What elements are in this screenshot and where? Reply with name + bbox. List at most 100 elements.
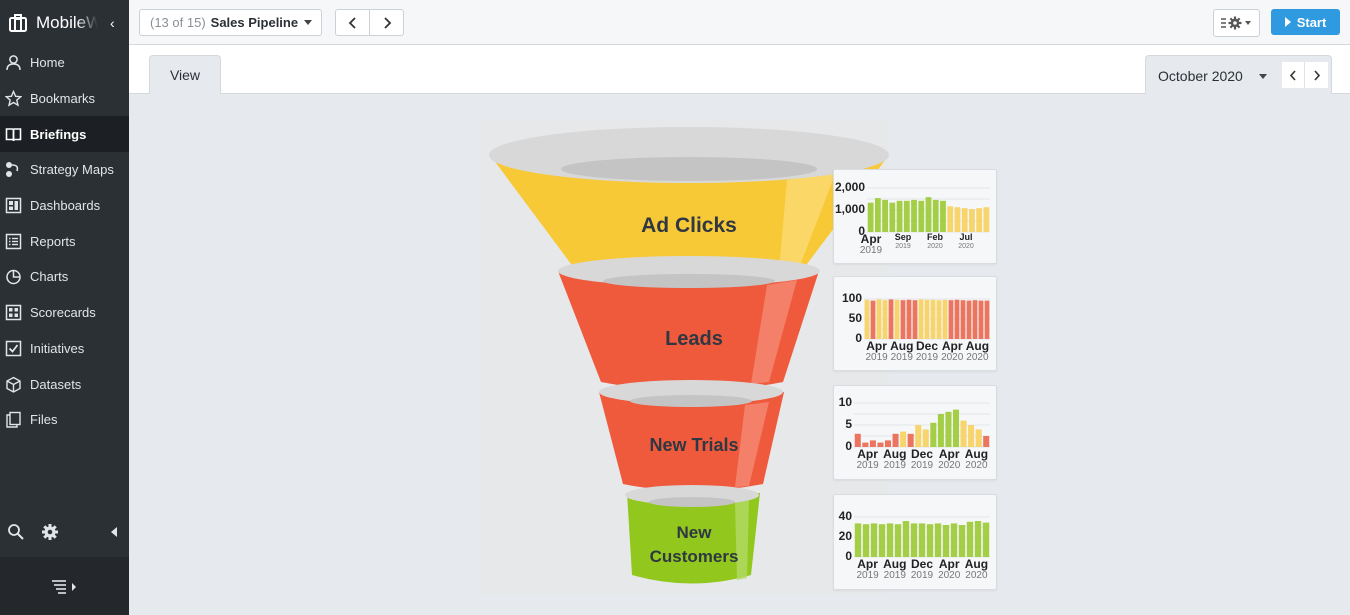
sidebar-item-label: Scorecards — [30, 305, 96, 321]
x-tick-month: Sep — [894, 232, 912, 242]
bar — [884, 440, 892, 447]
bar — [983, 207, 990, 232]
bar — [911, 199, 917, 232]
x-tick-year: 2020 — [965, 460, 988, 471]
bar — [878, 524, 886, 557]
caret-down-icon[interactable] — [1259, 74, 1267, 79]
bar — [876, 299, 882, 339]
x-tick-label: Jul 2020 — [950, 233, 982, 251]
previous-period-button[interactable] — [1282, 62, 1305, 88]
bar — [882, 199, 888, 232]
period-label[interactable]: October 2020 — [1158, 68, 1243, 84]
menu-expand-icon[interactable] — [50, 578, 80, 594]
bar — [978, 300, 984, 339]
bar — [948, 300, 954, 339]
bar — [862, 524, 870, 557]
x-tick-month: Aug — [964, 447, 989, 461]
bar — [976, 208, 983, 232]
x-tick-label: Sep 2019 — [887, 232, 919, 251]
bar — [903, 200, 910, 232]
mini-chart-new-trials[interactable]: 10 5 0 Apr 2019 Aug 2019 Dec 2019 Apr 2020 Aug 2020 — [833, 385, 997, 480]
chevron-left-icon[interactable]: ‹ — [110, 15, 115, 31]
bar — [982, 522, 990, 557]
dashboard-icon — [5, 197, 22, 214]
y-tick-label: 10 — [838, 395, 852, 409]
x-tick-year: 2020 — [958, 243, 974, 250]
mini-chart-ad-clicks[interactable]: 2,000 1,000 0 Apr 2019 Sep 2019 Feb 2020 Jul 2020 — [833, 169, 997, 264]
sidebar-item-label: Files — [30, 412, 58, 428]
x-tick-month: Feb — [926, 232, 943, 242]
sidebar-item-scorecards[interactable]: Scorecards — [0, 295, 129, 331]
start-button[interactable]: Start — [1271, 9, 1340, 35]
sidebar-item-reports[interactable]: Reports — [0, 223, 129, 259]
y-tick-label: 2,000 — [834, 180, 865, 194]
briefcase-logo-icon — [9, 13, 27, 32]
y-tick-label: 5 — [845, 417, 852, 431]
x-tick-label: Aug 2020 — [960, 558, 992, 581]
chevron-right-icon — [383, 16, 391, 29]
funnel-label-ad-clicks: Ad Clicks — [641, 214, 737, 237]
y-tick-label: 50 — [848, 311, 862, 325]
sidebar-item-label: Initiatives — [30, 340, 85, 356]
mini-chart-leads[interactable]: 100 50 0 Apr 2019 Aug 2019 Dec 2019 Apr 2020 Aug 202… — [833, 276, 997, 371]
previous-briefing-button[interactable] — [335, 9, 370, 36]
briefing-select[interactable]: (13 of 15) Sales Pipeline — [139, 9, 322, 36]
funnel-label-new-trials: New Trials — [649, 435, 739, 455]
gear-icon[interactable] — [41, 523, 59, 541]
settings-menu-button[interactable] — [1213, 9, 1260, 37]
sidebar-item-label: Reports — [30, 233, 76, 249]
bar — [974, 521, 982, 557]
app-name: MobileWorks — [36, 12, 98, 32]
funnel-stage-leads[interactable] — [558, 256, 820, 391]
next-period-button[interactable] — [1305, 62, 1328, 88]
play-icon — [1284, 17, 1291, 27]
search-icon[interactable] — [7, 523, 25, 541]
x-tick-year: 2019 — [859, 245, 883, 256]
sidebar-nav: Home Bookmarks Briefings Strategy Maps Dashb… — [0, 45, 129, 438]
x-tick-label: Aug 2020 — [960, 448, 992, 471]
sales-funnel: Ad Clicks Leads New Trials New Customers — [479, 120, 889, 595]
chevron-right-icon — [1313, 69, 1320, 81]
funnel-label-new-customers: New Customers — [649, 523, 739, 566]
x-tick-month: Aug — [964, 557, 989, 571]
bar — [912, 300, 918, 339]
y-tick-label: 0 — [855, 331, 862, 345]
bar — [889, 202, 896, 232]
brand[interactable]: MobileWorks ‹ — [0, 0, 129, 45]
x-tick-label: Aug 2020 — [961, 340, 993, 363]
y-tick-label: 20 — [838, 529, 852, 543]
x-tick-month: Aug — [965, 339, 990, 353]
sidebar-item-home[interactable]: Home — [0, 45, 129, 81]
bar — [892, 433, 899, 447]
collapse-arrow-icon[interactable] — [109, 526, 119, 538]
sidebar-item-initiatives[interactable]: Initiatives — [0, 331, 129, 367]
settings-list-icon — [1220, 16, 1251, 30]
bar — [952, 409, 960, 447]
bar — [954, 299, 960, 339]
sidebar-item-strategy-maps[interactable]: Strategy Maps — [0, 152, 129, 188]
sidebar-item-bookmarks[interactable]: Bookmarks — [0, 81, 129, 117]
briefing-count: (13 of 15) — [150, 15, 206, 30]
cube-icon — [6, 376, 21, 393]
sidebar-item-charts[interactable]: Charts — [0, 259, 129, 295]
next-briefing-button[interactable] — [369, 9, 404, 36]
sidebar-item-datasets[interactable]: Datasets — [0, 366, 129, 402]
sidebar-item-dashboards[interactable]: Dashboards — [0, 188, 129, 224]
sidebar-footer — [0, 557, 129, 615]
bar — [918, 299, 924, 339]
mini-chart-new-customers[interactable]: 40 20 0 Apr 2019 Aug 2019 Dec 2019 Apr 2020 Aug 2020 — [833, 494, 997, 590]
bar — [867, 202, 874, 232]
bar — [900, 300, 906, 339]
bar — [894, 524, 902, 557]
bar — [972, 300, 978, 339]
sidebar-item-label: Home — [30, 55, 65, 71]
tab-view[interactable]: View — [149, 55, 221, 94]
bar — [983, 436, 990, 447]
sidebar-item-briefings[interactable]: Briefings — [0, 116, 129, 153]
sidebar-item-files[interactable]: Files — [0, 402, 129, 438]
report-icon — [5, 233, 22, 250]
period-selector: October 2020 — [1145, 55, 1332, 94]
x-tick-month: Apr — [860, 232, 882, 246]
bar — [947, 206, 954, 232]
bar — [926, 524, 934, 557]
